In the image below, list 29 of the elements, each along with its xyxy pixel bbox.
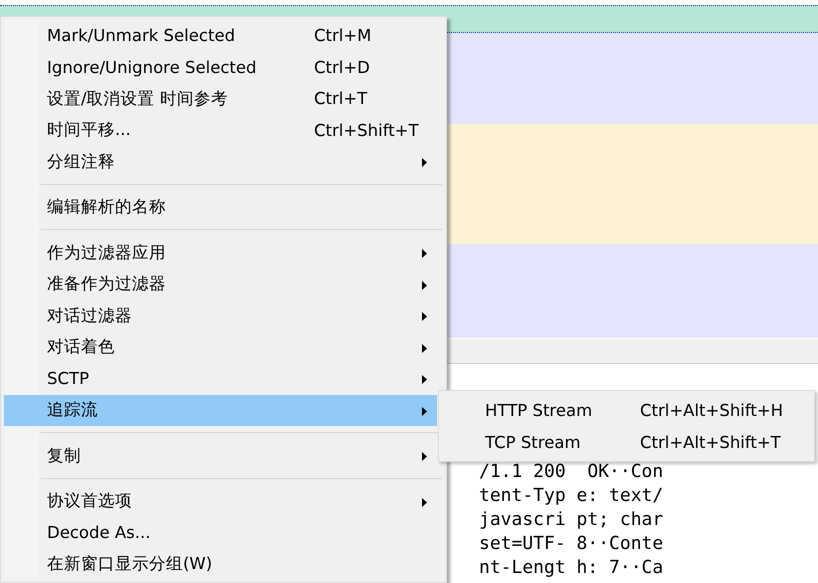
- menu-item-shortcut: Ctrl+M: [314, 26, 372, 46]
- menu-item-shortcut: Ctrl+D: [314, 58, 370, 77]
- hex-ascii-line: set=UTF- 8··Conte: [479, 533, 664, 554]
- menu-item-label: 对话着色: [47, 336, 116, 358]
- menu-item-label: 设置/取消设置 时间参考: [47, 88, 229, 110]
- menu-item-label: 复制: [47, 444, 82, 467]
- hex-ascii-line: /1.1 200 OK··Con: [479, 461, 664, 482]
- menu-item-shortcut: Ctrl+Shift+T: [314, 120, 419, 140]
- menu-item-label: 对话过滤器: [47, 304, 133, 327]
- menu-item-label: 编辑解析的名称: [47, 196, 167, 218]
- menu-item-label: 时间平移...: [47, 119, 132, 142]
- menu-item-shortcut: Ctrl+Alt+Shift+H: [640, 400, 784, 420]
- menu-item-shortcut: Ctrl+Alt+Shift+T: [640, 432, 781, 452]
- menu-item-label: 追踪流: [47, 399, 99, 422]
- menu-item-label: 分组注释: [47, 150, 116, 173]
- hex-ascii-line: tent-Typ e: text/: [479, 485, 664, 506]
- menu-item-label: 协议首选项: [47, 490, 133, 512]
- menu-item-shortcut: Ctrl+T: [314, 89, 368, 108]
- menu-item-label: 作为过滤器应用: [47, 242, 167, 264]
- menu-item-label: SCTP: [47, 369, 90, 388]
- menu-item-label: Decode As...: [47, 523, 152, 542]
- menu-item-label: HTTP Stream: [485, 400, 594, 420]
- menu-item-label: 准备作为过滤器: [47, 273, 167, 296]
- menu-item-label: TCP Stream: [485, 432, 582, 452]
- menu-item-label: Mark/Unmark Selected: [47, 26, 236, 46]
- menu-item-label: 在新窗口显示分组(W): [47, 553, 214, 576]
- menu-item-label: Ignore/Unignore Selected: [47, 58, 258, 77]
- hex-ascii-line: nt-Lengt h: 7··Ca: [479, 557, 664, 578]
- hex-ascii-line: javascri pt; char: [479, 509, 664, 530]
